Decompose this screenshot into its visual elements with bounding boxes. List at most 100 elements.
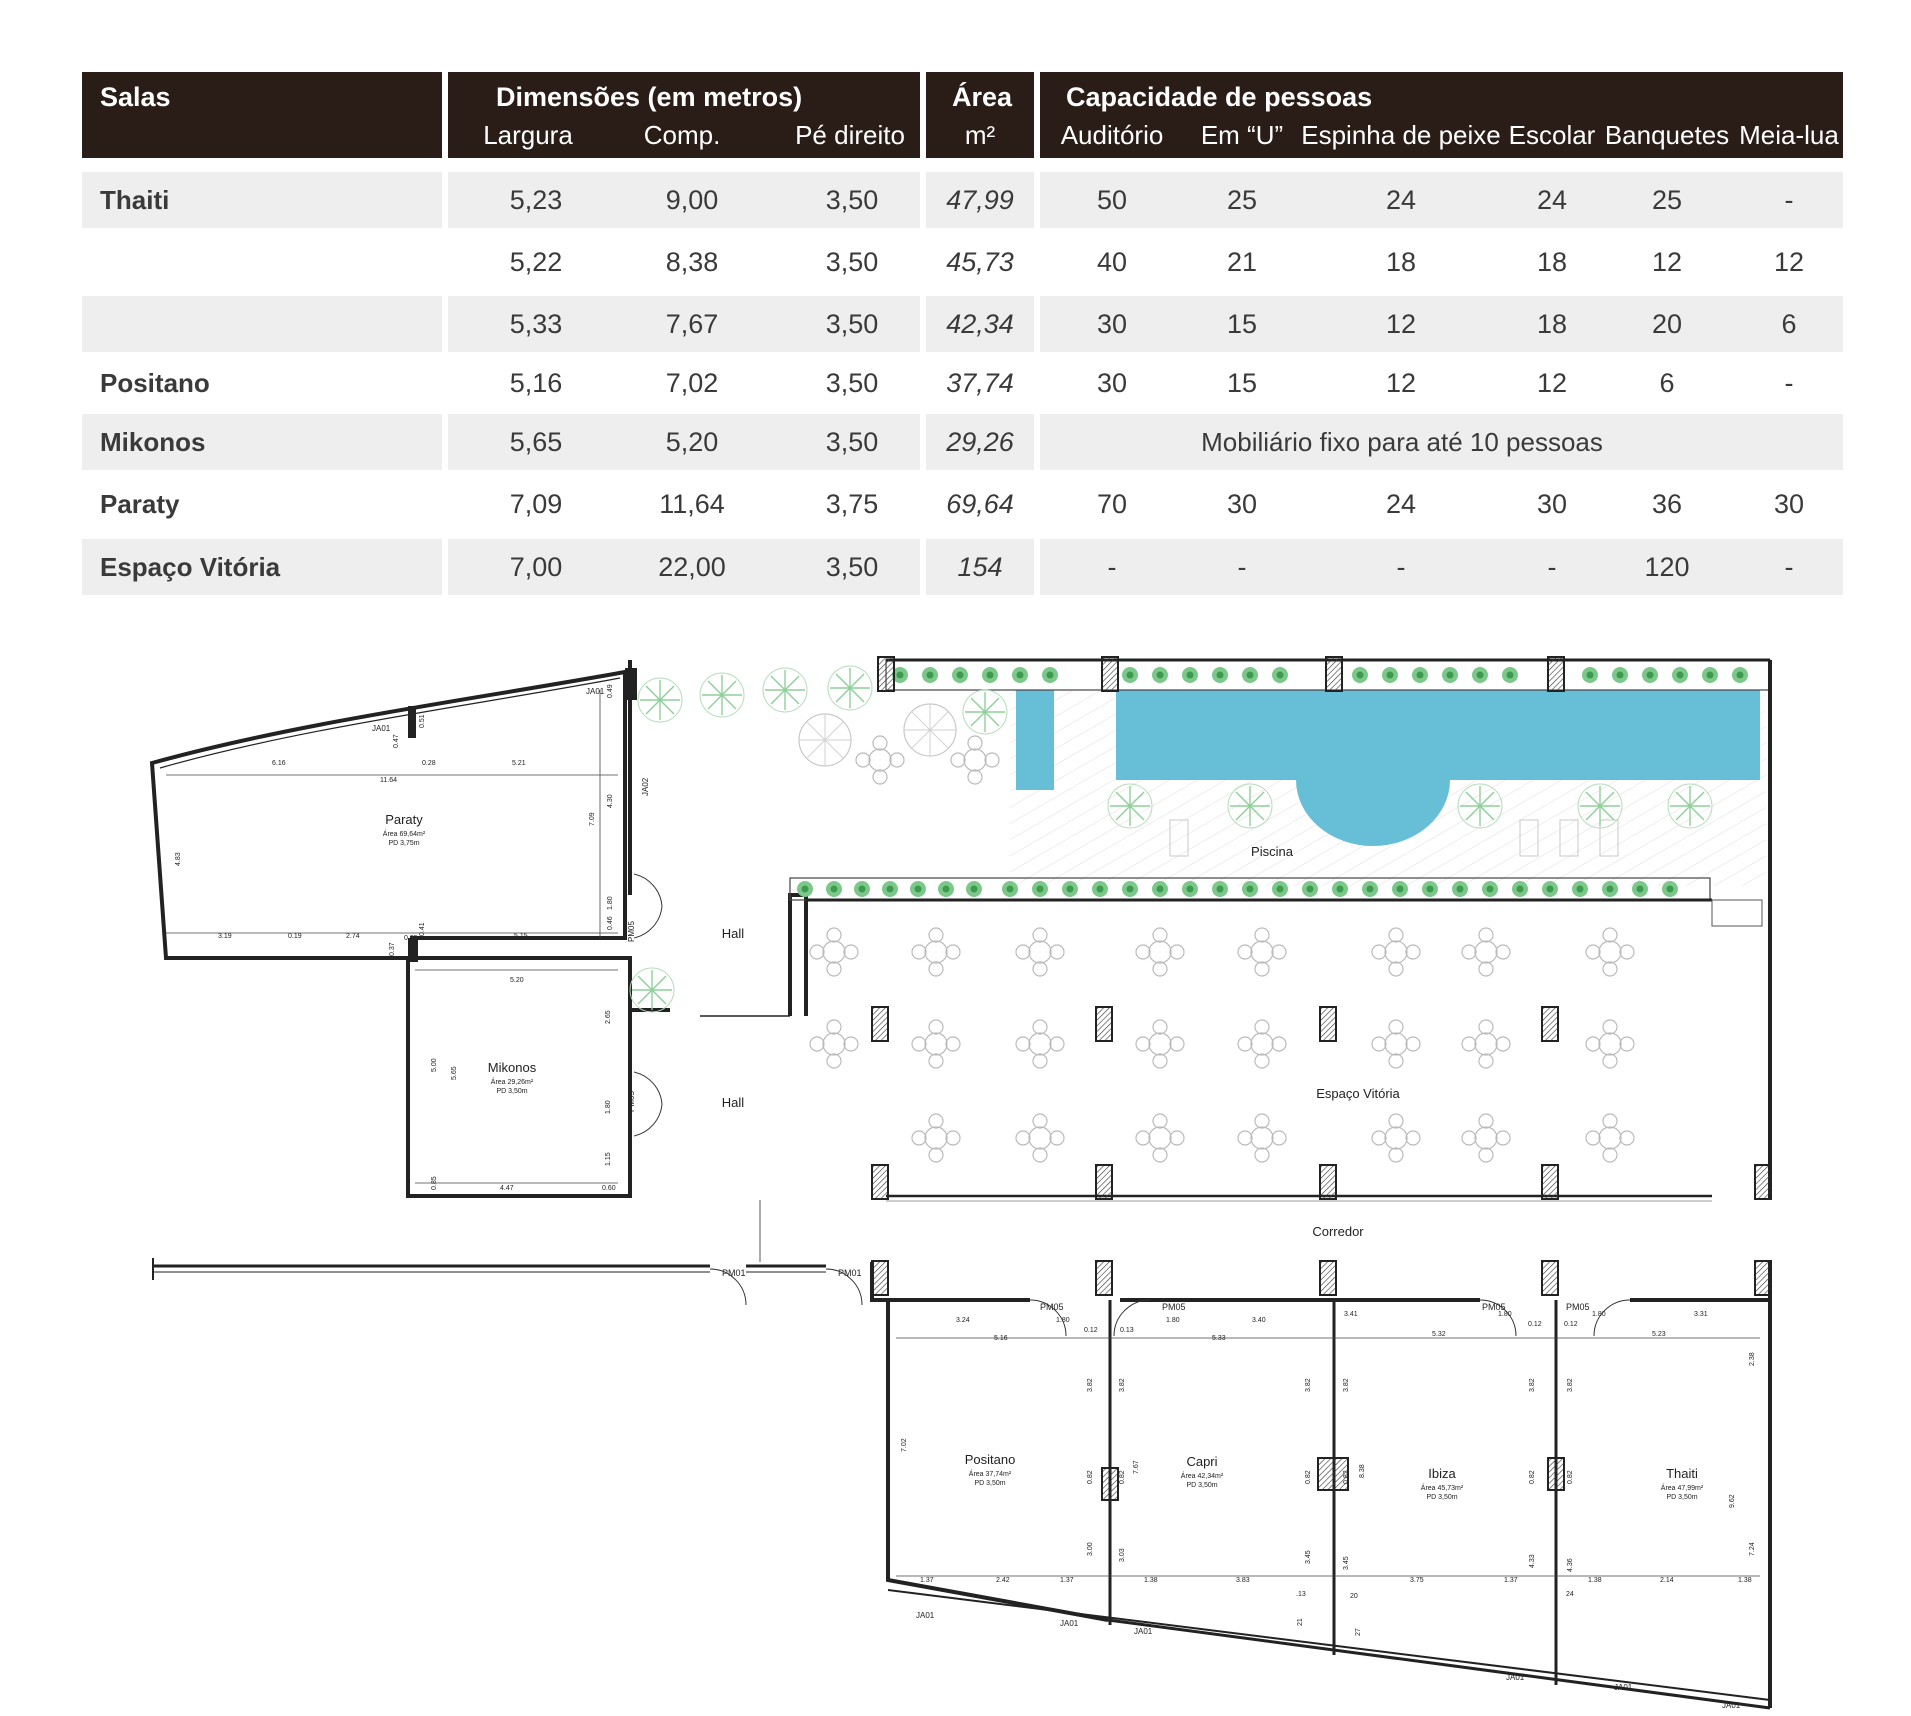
svg-text:0.19: 0.19: [288, 933, 302, 940]
svg-text:3.31: 3.31: [1694, 1311, 1708, 1318]
svg-text:1.37: 1.37: [1060, 1577, 1074, 1584]
svg-text:5.65: 5.65: [451, 1066, 458, 1080]
lower-rooms: [870, 1260, 1772, 1710]
svg-text:1.80: 1.80: [1592, 1311, 1606, 1318]
svg-text:0.82: 0.82: [1343, 1470, 1350, 1484]
capri-pd: PD 3,50m: [1186, 1482, 1217, 1489]
svg-text:3.19: 3.19: [218, 933, 232, 940]
svg-text:1.38: 1.38: [1738, 1577, 1752, 1584]
paraty-name: Paraty: [385, 812, 423, 827]
svg-text:3.75: 3.75: [1410, 1577, 1424, 1584]
svg-text:5.15: 5.15: [514, 933, 528, 940]
tag-ja01: JA01: [1134, 1627, 1153, 1636]
corredor-label: Corredor: [1312, 1224, 1364, 1239]
svg-text:1.38: 1.38: [1144, 1577, 1158, 1584]
svg-text:3.82: 3.82: [1119, 1378, 1126, 1392]
svg-text:1.38: 1.38: [1588, 1577, 1602, 1584]
svg-text:5.33: 5.33: [1212, 1335, 1226, 1342]
svg-text:0.51: 0.51: [419, 714, 426, 728]
svg-text:2.74: 2.74: [346, 933, 360, 940]
svg-text:1.80: 1.80: [605, 1100, 612, 1114]
svg-text:7.24: 7.24: [1749, 1542, 1756, 1556]
svg-text:0.60: 0.60: [602, 1185, 616, 1192]
tag-ja01: JA01: [372, 724, 391, 733]
svg-text:3.24: 3.24: [956, 1317, 970, 1324]
thaiti-name: Thaiti: [1666, 1466, 1698, 1481]
svg-text:7.09: 7.09: [589, 812, 596, 826]
svg-text:4.47: 4.47: [500, 1185, 514, 1192]
tag-ja01: JA01: [586, 687, 605, 696]
svg-text:8.38: 8.38: [1359, 1464, 1366, 1478]
svg-text:0.41: 0.41: [419, 922, 426, 936]
espaco-vitoria: [806, 898, 1772, 1202]
svg-text:9.62: 9.62: [1729, 1494, 1736, 1508]
svg-text:2.42: 2.42: [996, 1577, 1010, 1584]
svg-text:1.15: 1.15: [605, 1152, 612, 1166]
svg-text:3.83: 3.83: [1236, 1577, 1250, 1584]
mikonos-name: Mikonos: [488, 1060, 537, 1075]
hall-label-upper: Hall: [722, 926, 745, 941]
svg-text:0.82: 0.82: [1529, 1470, 1536, 1484]
svg-text:7.02: 7.02: [901, 1438, 908, 1452]
tag-ja01: JA01: [1060, 1619, 1079, 1628]
svg-text:5.00: 5.00: [431, 1058, 438, 1072]
paraty-area: Área 69,64m²: [383, 829, 426, 838]
svg-text:3.82: 3.82: [1567, 1378, 1574, 1392]
svg-text:0.12: 0.12: [1528, 1321, 1542, 1328]
thaiti-area: Área 47,99m²: [1661, 1483, 1704, 1492]
svg-text:3.00: 3.00: [1087, 1542, 1094, 1556]
svg-text:3.82: 3.82: [1343, 1378, 1350, 1392]
tag-pm05: PM05: [1162, 1302, 1186, 1312]
svg-text:0.37: 0.37: [389, 942, 396, 956]
svg-text:3.82: 3.82: [1529, 1378, 1536, 1392]
svg-text:3.82: 3.82: [1087, 1378, 1094, 1392]
positano-name: Positano: [965, 1452, 1016, 1467]
svg-text:5.23: 5.23: [1652, 1331, 1666, 1338]
tag-pm05: PM05: [627, 921, 636, 942]
svg-text:5.20: 5.20: [510, 977, 524, 984]
capri-area: Área 42,34m²: [1181, 1471, 1224, 1480]
svg-text:6.16: 6.16: [272, 760, 286, 767]
svg-text:1.80: 1.80: [1056, 1317, 1070, 1324]
svg-text:4.30: 4.30: [607, 794, 614, 808]
svg-text:5.16: 5.16: [994, 1335, 1008, 1342]
piscina-label: Piscina: [1251, 844, 1294, 859]
svg-text:0.85: 0.85: [431, 1176, 438, 1190]
mikonos-pd: PD 3,50m: [496, 1088, 527, 1095]
svg-text:27: 27: [1355, 1628, 1362, 1636]
svg-text:4.36: 4.36: [1567, 1558, 1574, 1572]
door-pm05-paraty: [633, 873, 663, 939]
mikonos-area: Área 29,26m²: [491, 1077, 534, 1086]
svg-text:2.14: 2.14: [1660, 1577, 1674, 1584]
tag-pm01: PM01: [838, 1268, 862, 1278]
svg-text:5.32: 5.32: [1432, 1331, 1446, 1338]
svg-text:1.80: 1.80: [1166, 1317, 1180, 1324]
svg-text:3.45: 3.45: [1305, 1550, 1312, 1564]
svg-text:0.12: 0.12: [1564, 1321, 1578, 1328]
space-labels: Paraty Área 69,64m² PD 3,75m Mikonos Áre…: [383, 812, 1704, 1501]
tag-ja01: JA01: [1722, 1701, 1741, 1710]
tag-ja02: JA02: [641, 777, 650, 796]
svg-text:7.67: 7.67: [1133, 1460, 1140, 1474]
svg-text:1.37: 1.37: [1504, 1577, 1518, 1584]
tag-pm01: PM01: [722, 1268, 746, 1278]
svg-text:2.65: 2.65: [605, 1010, 612, 1024]
floor-plan: Paraty Área 69,64m² PD 3,75m Mikonos Áre…: [149, 656, 1772, 1710]
svg-text:0.82: 0.82: [1567, 1470, 1574, 1484]
ibiza-area: Área 45,73m²: [1421, 1483, 1464, 1492]
tag-ja01: JA01: [1614, 1683, 1633, 1692]
hall-label-lower: Hall: [722, 1095, 745, 1110]
svg-text:1.80: 1.80: [1498, 1311, 1512, 1318]
svg-text:0.49: 0.49: [607, 684, 614, 698]
svg-text:4.33: 4.33: [1529, 1554, 1536, 1568]
svg-text:0.82: 0.82: [1119, 1470, 1126, 1484]
svg-text:3.41: 3.41: [1344, 1311, 1358, 1318]
svg-text:5.21: 5.21: [512, 760, 526, 767]
positano-pd: PD 3,50m: [974, 1480, 1005, 1487]
svg-text:3.45: 3.45: [1343, 1556, 1350, 1570]
svg-text:0.82: 0.82: [1305, 1470, 1312, 1484]
corridor-wall: [152, 1200, 863, 1306]
pool-terrace: [1010, 690, 1766, 886]
svg-text:0.47: 0.47: [393, 734, 400, 748]
svg-text:3.40: 3.40: [1252, 1317, 1266, 1324]
